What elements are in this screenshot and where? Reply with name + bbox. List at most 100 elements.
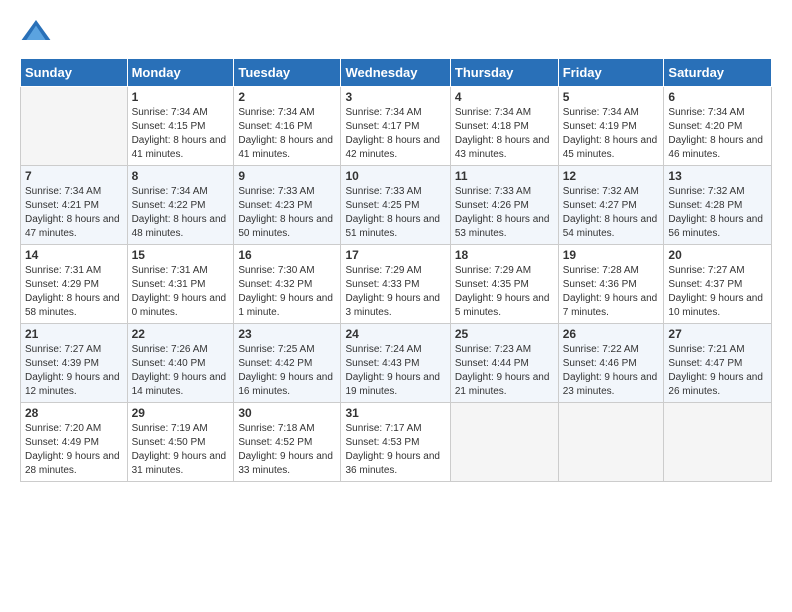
day-info: Sunrise: 7:33 AMSunset: 4:25 PMDaylight:… — [345, 185, 445, 241]
day-info: Sunrise: 7:24 AMSunset: 4:43 PMDaylight:… — [345, 343, 445, 399]
day-number: 30 — [238, 406, 336, 420]
day-info: Sunrise: 7:20 AMSunset: 4:49 PMDaylight:… — [25, 422, 123, 478]
day-info: Sunrise: 7:29 AMSunset: 4:35 PMDaylight:… — [455, 264, 554, 320]
day-info: Sunrise: 7:18 AMSunset: 4:52 PMDaylight:… — [238, 422, 336, 478]
calendar-cell: 29Sunrise: 7:19 AMSunset: 4:50 PMDayligh… — [127, 403, 234, 482]
day-info: Sunrise: 7:34 AMSunset: 4:22 PMDaylight:… — [132, 185, 230, 241]
calendar-cell: 5Sunrise: 7:34 AMSunset: 4:19 PMDaylight… — [558, 87, 664, 166]
day-number: 3 — [345, 90, 445, 104]
calendar-cell: 1 Sunrise: 7:34 AMSunset: 4:15 PMDaylight… — [127, 87, 234, 166]
day-number: 1 — [132, 90, 230, 104]
day-number: 13 — [668, 169, 767, 183]
calendar-cell: 8 Sunrise: 7:34 AMSunset: 4:22 PMDaylight… — [127, 166, 234, 245]
weekday-header-sunday: Sunday — [21, 59, 128, 87]
calendar-cell: 19 Sunrise: 7:28 AMSunset: 4:36 PMDayligh… — [558, 245, 664, 324]
day-number: 27 — [668, 327, 767, 341]
calendar-cell: 21 Sunrise: 7:27 AMSunset: 4:39 PMDayligh… — [21, 324, 128, 403]
week-row-2: 7 Sunrise: 7:34 AMSunset: 4:21 PMDaylight… — [21, 166, 772, 245]
weekday-header-row: SundayMondayTuesdayWednesdayThursdayFrid… — [21, 59, 772, 87]
day-number: 31 — [345, 406, 445, 420]
day-number: 2 — [238, 90, 336, 104]
day-number: 10 — [345, 169, 445, 183]
day-info: Sunrise: 7:27 AMSunset: 4:37 PMDaylight:… — [668, 264, 767, 320]
calendar-cell: 14 Sunrise: 7:31 AMSunset: 4:29 PMDayligh… — [21, 245, 128, 324]
calendar-cell: 2 Sunrise: 7:34 AMSunset: 4:16 PMDaylight… — [234, 87, 341, 166]
day-number: 16 — [238, 248, 336, 262]
day-number: 6 — [668, 90, 767, 104]
calendar-cell: 27 Sunrise: 7:21 AMSunset: 4:47 PMDayligh… — [664, 324, 772, 403]
calendar-cell — [21, 87, 128, 166]
calendar-cell: 28 Sunrise: 7:20 AMSunset: 4:49 PMDayligh… — [21, 403, 128, 482]
weekday-header-thursday: Thursday — [450, 59, 558, 87]
weekday-header-wednesday: Wednesday — [341, 59, 450, 87]
logo-icon — [20, 16, 52, 48]
calendar-cell: 30 Sunrise: 7:18 AMSunset: 4:52 PMDayligh… — [234, 403, 341, 482]
day-number: 20 — [668, 248, 767, 262]
calendar-cell: 3 Sunrise: 7:34 AMSunset: 4:17 PMDaylight… — [341, 87, 450, 166]
day-info: Sunrise: 7:17 AMSunset: 4:53 PMDaylight:… — [345, 422, 445, 478]
day-number: 5 — [563, 90, 660, 104]
week-row-3: 14 Sunrise: 7:31 AMSunset: 4:29 PMDayligh… — [21, 245, 772, 324]
day-info: Sunrise: 7:34 AMSunset: 4:21 PMDaylight:… — [25, 185, 123, 241]
day-number: 24 — [345, 327, 445, 341]
day-info: Sunrise: 7:34 AMSunset: 4:20 PMDaylight:… — [668, 106, 767, 162]
calendar-cell: 17Sunrise: 7:29 AMSunset: 4:33 PMDayligh… — [341, 245, 450, 324]
day-info: Sunrise: 7:31 AMSunset: 4:29 PMDaylight:… — [25, 264, 123, 320]
week-row-4: 21 Sunrise: 7:27 AMSunset: 4:39 PMDayligh… — [21, 324, 772, 403]
logo — [20, 16, 56, 48]
page: SundayMondayTuesdayWednesdayThursdayFrid… — [0, 0, 792, 492]
day-info: Sunrise: 7:22 AMSunset: 4:46 PMDaylight:… — [563, 343, 660, 399]
day-info: Sunrise: 7:27 AMSunset: 4:39 PMDaylight:… — [25, 343, 123, 399]
calendar-cell: 11Sunrise: 7:33 AMSunset: 4:26 PMDayligh… — [450, 166, 558, 245]
day-info: Sunrise: 7:34 AMSunset: 4:16 PMDaylight:… — [238, 106, 336, 162]
calendar-cell: 12 Sunrise: 7:32 AMSunset: 4:27 PMDayligh… — [558, 166, 664, 245]
day-info: Sunrise: 7:34 AMSunset: 4:18 PMDaylight:… — [455, 106, 554, 162]
calendar-cell — [450, 403, 558, 482]
calendar-cell: 16 Sunrise: 7:30 AMSunset: 4:32 PMDayligh… — [234, 245, 341, 324]
day-number: 9 — [238, 169, 336, 183]
day-info: Sunrise: 7:23 AMSunset: 4:44 PMDaylight:… — [455, 343, 554, 399]
calendar-cell: 26 Sunrise: 7:22 AMSunset: 4:46 PMDayligh… — [558, 324, 664, 403]
weekday-header-tuesday: Tuesday — [234, 59, 341, 87]
day-info: Sunrise: 7:33 AMSunset: 4:26 PMDaylight:… — [455, 185, 554, 241]
calendar-cell: 22Sunrise: 7:26 AMSunset: 4:40 PMDayligh… — [127, 324, 234, 403]
day-info: Sunrise: 7:21 AMSunset: 4:47 PMDaylight:… — [668, 343, 767, 399]
calendar-cell: 31 Sunrise: 7:17 AMSunset: 4:53 PMDayligh… — [341, 403, 450, 482]
calendar-cell: 10 Sunrise: 7:33 AMSunset: 4:25 PMDayligh… — [341, 166, 450, 245]
calendar-cell: 7 Sunrise: 7:34 AMSunset: 4:21 PMDaylight… — [21, 166, 128, 245]
calendar-cell: 4 Sunrise: 7:34 AMSunset: 4:18 PMDaylight… — [450, 87, 558, 166]
weekday-header-saturday: Saturday — [664, 59, 772, 87]
day-info: Sunrise: 7:34 AMSunset: 4:15 PMDaylight:… — [132, 106, 230, 162]
day-info: Sunrise: 7:25 AMSunset: 4:42 PMDaylight:… — [238, 343, 336, 399]
day-number: 14 — [25, 248, 123, 262]
day-number: 17 — [345, 248, 445, 262]
week-row-1: 1 Sunrise: 7:34 AMSunset: 4:15 PMDaylight… — [21, 87, 772, 166]
calendar-cell: 18 Sunrise: 7:29 AMSunset: 4:35 PMDayligh… — [450, 245, 558, 324]
week-row-5: 28 Sunrise: 7:20 AMSunset: 4:49 PMDayligh… — [21, 403, 772, 482]
day-number: 21 — [25, 327, 123, 341]
day-info: Sunrise: 7:33 AMSunset: 4:23 PMDaylight:… — [238, 185, 336, 241]
day-number: 19 — [563, 248, 660, 262]
calendar-cell: 6 Sunrise: 7:34 AMSunset: 4:20 PMDaylight… — [664, 87, 772, 166]
calendar-table: SundayMondayTuesdayWednesdayThursdayFrid… — [20, 58, 772, 482]
day-info: Sunrise: 7:32 AMSunset: 4:28 PMDaylight:… — [668, 185, 767, 241]
day-info: Sunrise: 7:34 AMSunset: 4:17 PMDaylight:… — [345, 106, 445, 162]
day-number: 18 — [455, 248, 554, 262]
day-number: 25 — [455, 327, 554, 341]
day-info: Sunrise: 7:32 AMSunset: 4:27 PMDaylight:… — [563, 185, 660, 241]
weekday-header-monday: Monday — [127, 59, 234, 87]
day-number: 8 — [132, 169, 230, 183]
day-info: Sunrise: 7:30 AMSunset: 4:32 PMDaylight:… — [238, 264, 336, 320]
day-number: 7 — [25, 169, 123, 183]
weekday-header-friday: Friday — [558, 59, 664, 87]
day-number: 4 — [455, 90, 554, 104]
day-number: 22 — [132, 327, 230, 341]
calendar-cell: 13 Sunrise: 7:32 AMSunset: 4:28 PMDayligh… — [664, 166, 772, 245]
day-number: 12 — [563, 169, 660, 183]
day-info: Sunrise: 7:28 AMSunset: 4:36 PMDaylight:… — [563, 264, 660, 320]
header — [20, 16, 772, 48]
day-number: 23 — [238, 327, 336, 341]
calendar-cell — [558, 403, 664, 482]
day-number: 28 — [25, 406, 123, 420]
day-number: 26 — [563, 327, 660, 341]
